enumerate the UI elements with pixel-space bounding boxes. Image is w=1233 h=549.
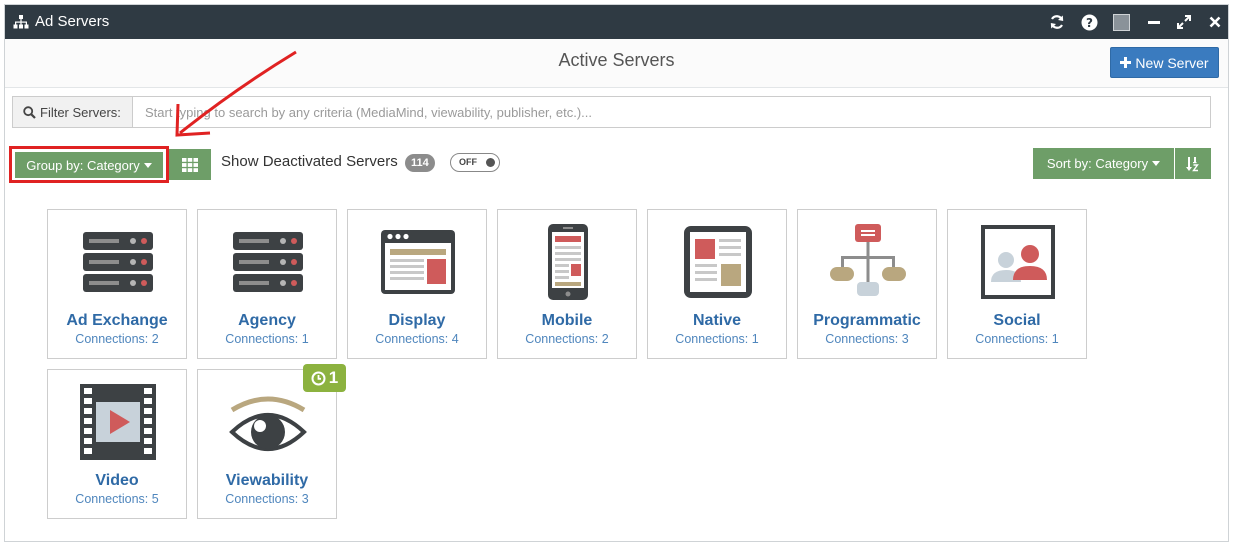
show-deactivated-toggle[interactable]: OFF xyxy=(450,153,500,172)
window-title: Ad Servers xyxy=(35,13,110,30)
clock-icon xyxy=(311,371,326,385)
tablet-article-icon xyxy=(684,226,752,298)
tile-title: Viewability xyxy=(225,472,309,489)
tile-title: Display xyxy=(388,312,446,329)
pending-count: 1 xyxy=(328,368,339,387)
tile-display[interactable]: Display Connections: 4 xyxy=(347,209,487,359)
sort-by-label: Sort by: Category xyxy=(1046,156,1149,171)
page-title: Active Servers xyxy=(558,50,675,70)
filter-bar: Filter Servers: xyxy=(12,96,1211,128)
help-icon[interactable]: ? xyxy=(1080,13,1098,31)
sort-amount-icon xyxy=(1186,156,1199,171)
tile-title: Video xyxy=(95,472,139,489)
tile-title: Programmatic xyxy=(813,312,921,329)
film-strip-icon xyxy=(80,384,156,460)
tile-connections: Connections: 1 xyxy=(225,332,309,346)
tile-title: Ad Exchange xyxy=(66,312,168,329)
tile-connections: Connections: 1 xyxy=(675,332,759,346)
deactivated-count-badge: 114 xyxy=(405,154,435,172)
new-server-button[interactable]: New Server xyxy=(1110,47,1219,78)
tile-connections: Connections: 3 xyxy=(825,332,909,346)
show-deactivated-label: Show Deactivated Servers xyxy=(221,153,398,170)
toggle-state-label: OFF xyxy=(459,157,477,167)
users-icon xyxy=(981,225,1055,299)
pending-count-badge[interactable]: 1 xyxy=(303,364,346,392)
svg-text:?: ? xyxy=(1086,16,1093,30)
browser-window-icon xyxy=(381,230,455,294)
annotation-highlight-box xyxy=(9,146,169,183)
tile-title: Agency xyxy=(238,312,296,329)
tile-connections: Connections: 4 xyxy=(375,332,459,346)
tile-ad-exchange[interactable]: Ad Exchange Connections: 2 xyxy=(47,209,187,359)
tile-social[interactable]: Social Connections: 1 xyxy=(947,209,1087,359)
sort-direction-button[interactable] xyxy=(1175,148,1211,179)
refresh-icon[interactable] xyxy=(1048,13,1066,31)
tile-title: Social xyxy=(993,312,1041,329)
server-rack-icon xyxy=(233,232,303,292)
tile-video[interactable]: Video Connections: 5 xyxy=(47,369,187,519)
tile-viewability[interactable]: Viewability Connections: 3 1 xyxy=(197,364,346,519)
tile-connections: Connections: 1 xyxy=(975,332,1059,346)
toggle-knob xyxy=(486,158,495,167)
title-bar: Ad Servers ? xyxy=(5,5,1228,39)
square-icon[interactable] xyxy=(1112,13,1130,31)
tile-agency[interactable]: Agency Connections: 1 xyxy=(197,209,337,359)
tile-title: Mobile xyxy=(541,312,593,329)
sitemap-icon xyxy=(13,15,29,29)
close-icon[interactable] xyxy=(1206,13,1224,31)
minimize-icon[interactable] xyxy=(1145,13,1163,31)
grid-view-button[interactable] xyxy=(169,149,211,180)
tile-connections: Connections: 3 xyxy=(225,492,309,506)
hierarchy-icon xyxy=(830,224,906,296)
new-server-label: New Server xyxy=(1135,54,1209,71)
server-rack-icon xyxy=(83,232,153,292)
eye-icon xyxy=(229,396,307,451)
filter-label: Filter Servers: xyxy=(40,104,121,120)
sort-by-button[interactable]: Sort by: Category xyxy=(1033,148,1174,179)
plus-icon xyxy=(1120,57,1132,68)
search-icon xyxy=(23,105,36,119)
mobile-phone-icon xyxy=(548,224,588,300)
tile-title: Native xyxy=(692,312,742,329)
page-header: Active Servers New Server xyxy=(5,39,1228,88)
tile-mobile[interactable]: Mobile Connections: 2 xyxy=(497,209,637,359)
caret-down-icon xyxy=(1152,161,1161,166)
tile-connections: Connections: 2 xyxy=(75,332,159,346)
tile-programmatic[interactable]: Programmatic Connections: 3 xyxy=(797,209,937,359)
maximize-icon[interactable] xyxy=(1175,13,1193,31)
tile-native[interactable]: Native Connections: 1 xyxy=(647,209,787,359)
filter-label-addon: Filter Servers: xyxy=(13,97,133,127)
grid-icon xyxy=(182,157,198,172)
filter-servers-input[interactable] xyxy=(133,97,1210,127)
tile-connections: Connections: 2 xyxy=(525,332,609,346)
tile-connections: Connections: 5 xyxy=(75,492,159,506)
